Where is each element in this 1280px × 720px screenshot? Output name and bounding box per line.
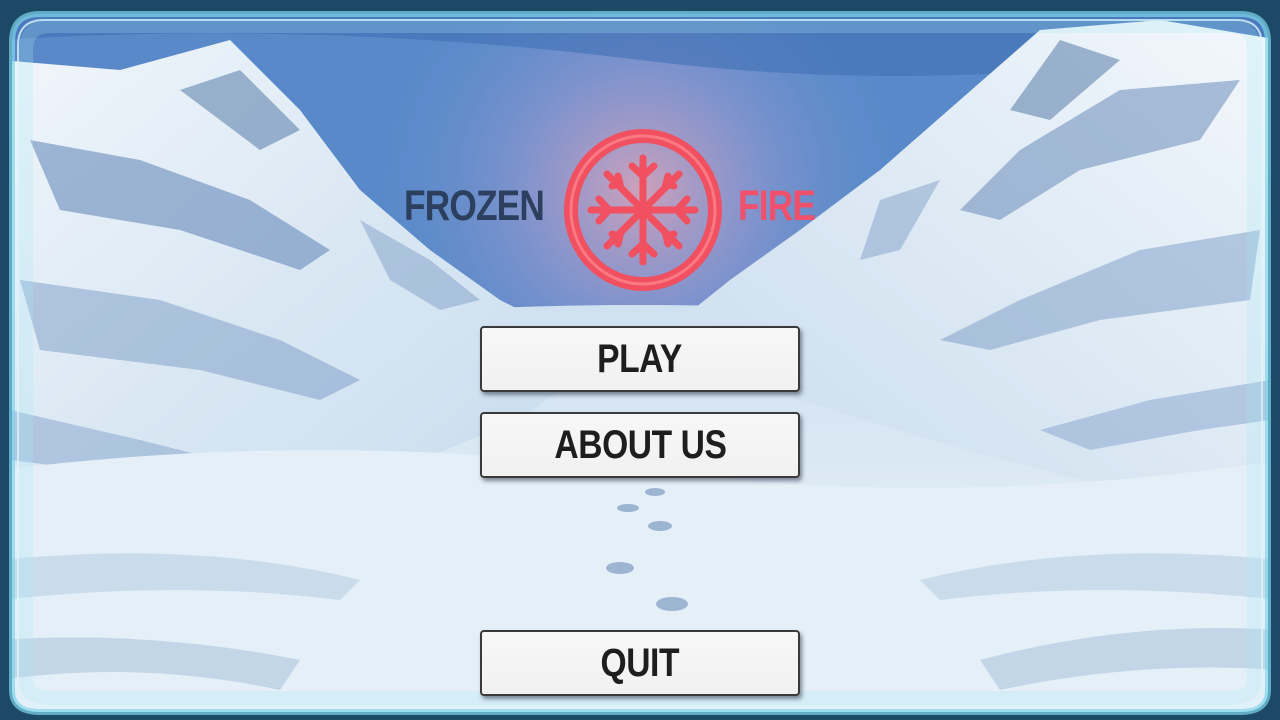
about-us-button-label: ABOUT US [553,422,727,467]
snowflake-ring-icon [564,129,722,291]
play-button[interactable]: PLAY [480,326,800,392]
quit-button[interactable]: QUIT [480,630,800,696]
quit-button-label: QUIT [600,640,680,685]
play-button-label: PLAY [597,336,683,381]
title-frozen: FROZEN [404,182,545,230]
about-us-button[interactable]: ABOUT US [480,412,800,478]
main-menu-screen: FROZEN FIRE PLAY ABOUT US QUIT [0,0,1280,720]
title-fire: FIRE [738,182,816,230]
